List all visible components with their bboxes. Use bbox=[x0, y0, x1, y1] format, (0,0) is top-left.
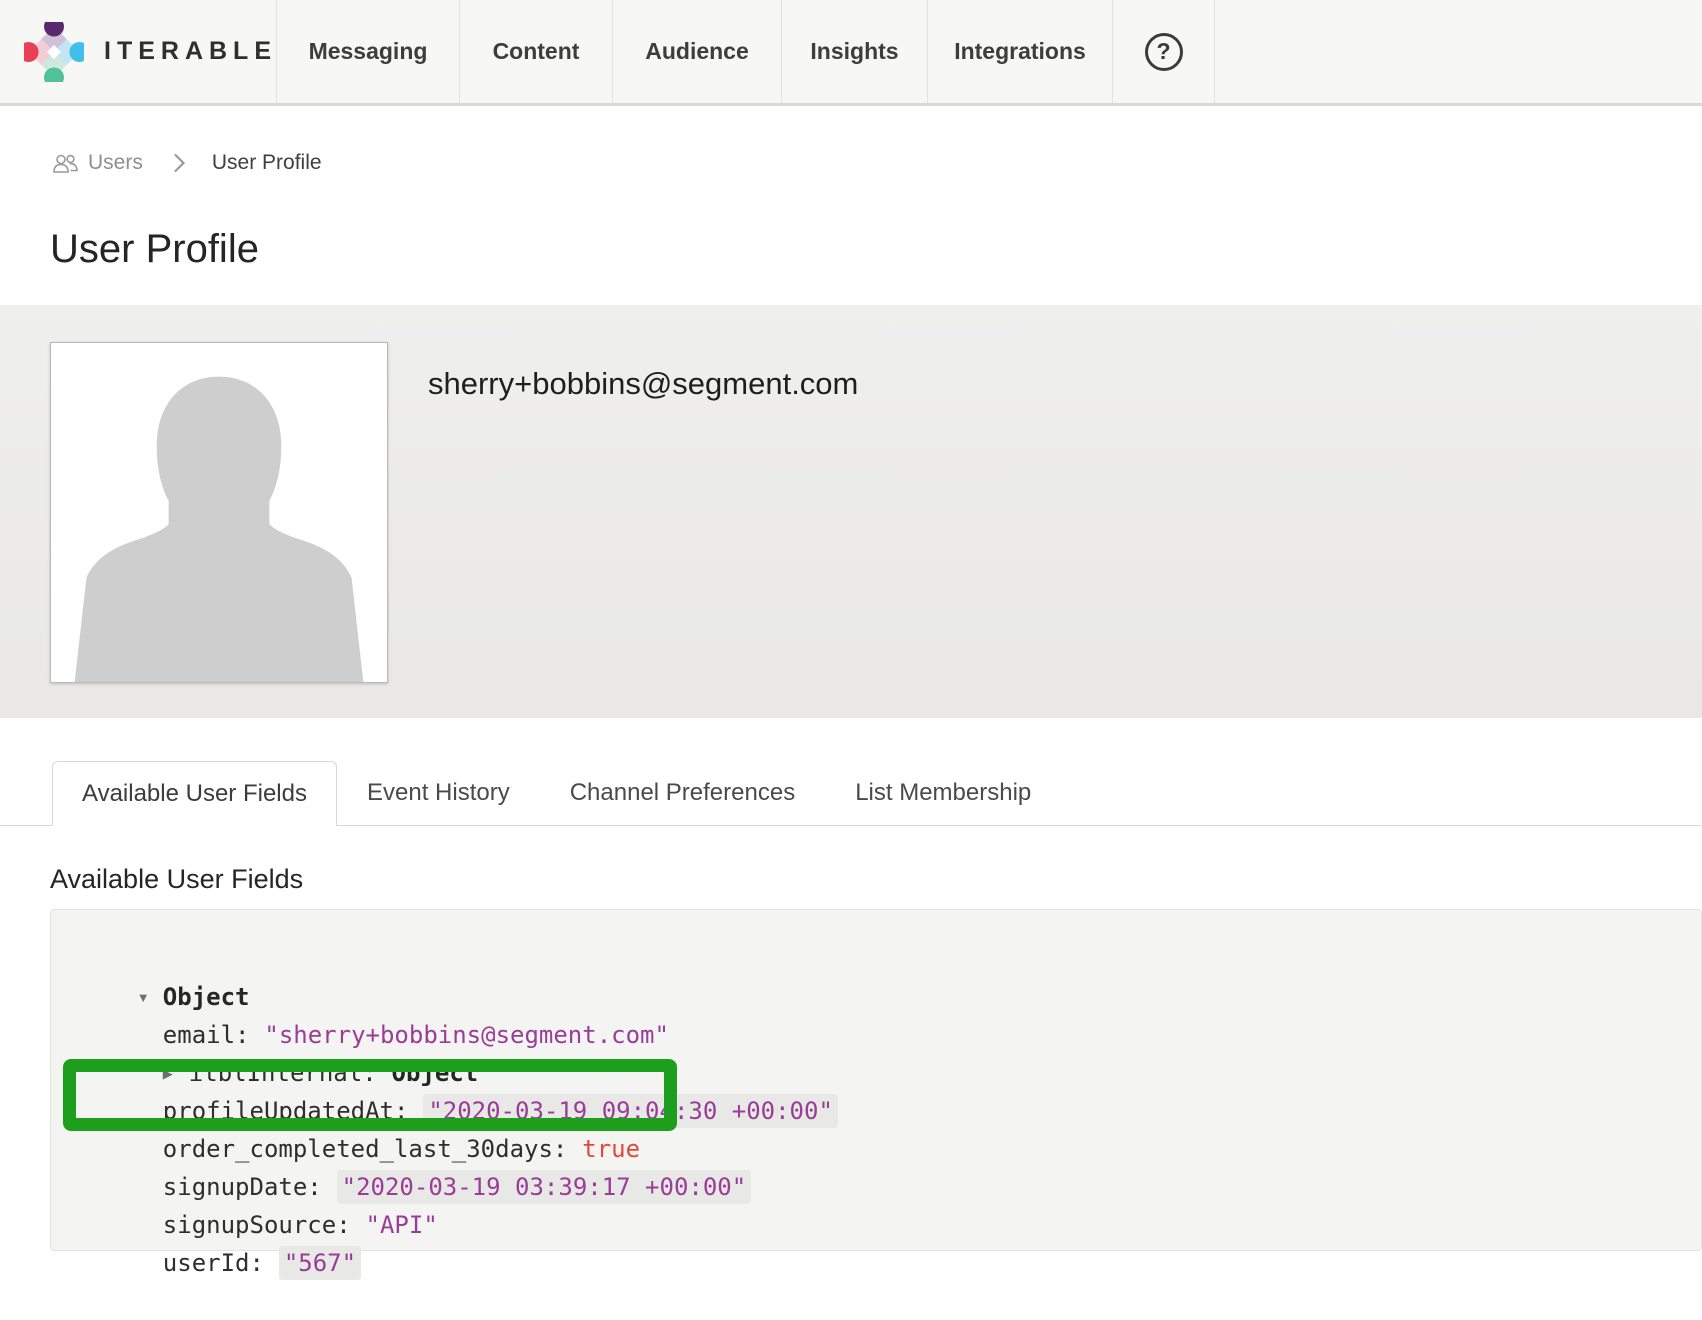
nav-item-label: Content bbox=[493, 38, 580, 65]
page-title: User Profile bbox=[50, 226, 1702, 272]
brand[interactable]: ITERABLE bbox=[0, 0, 276, 103]
field-value: "2020-03-19 09:04:30 +00:00" bbox=[423, 1094, 838, 1128]
breadcrumb-current: User Profile bbox=[212, 151, 322, 175]
top-nav: ITERABLE Messaging Content Audience Insi… bbox=[0, 0, 1702, 106]
tab-label: Channel Preferences bbox=[570, 779, 795, 807]
field-value: true bbox=[582, 1135, 640, 1163]
breadcrumb-users-label: Users bbox=[88, 151, 143, 175]
nav-item-insights[interactable]: Insights bbox=[781, 0, 927, 103]
tab-label: Event History bbox=[367, 779, 510, 807]
nav-item-label: Messaging bbox=[309, 38, 428, 65]
tab-channel-preferences[interactable]: Channel Preferences bbox=[540, 761, 825, 825]
field-key: order_completed_last_30days: bbox=[163, 1135, 568, 1163]
tab-label: Available User Fields bbox=[82, 780, 307, 808]
field-key: signupDate: bbox=[163, 1173, 322, 1201]
field-value: "sherry+bobbins@segment.com" bbox=[264, 1021, 669, 1049]
nav-spacer bbox=[1214, 0, 1702, 103]
field-value: "567" bbox=[279, 1246, 361, 1280]
field-key: email: bbox=[163, 1021, 250, 1049]
section-heading: Available User Fields bbox=[50, 864, 1702, 895]
iterable-logo-icon bbox=[24, 22, 84, 82]
nav-item-label: Audience bbox=[645, 38, 749, 65]
field-key: profileUpdatedAt: bbox=[163, 1097, 409, 1125]
field-value: "API" bbox=[366, 1211, 438, 1239]
chevron-right-icon bbox=[173, 152, 186, 174]
nav-item-label: Insights bbox=[810, 38, 898, 65]
profile-hero: sherry+bobbins@segment.com bbox=[0, 305, 1702, 718]
profile-tabs: Available User Fields Event History Chan… bbox=[0, 761, 1702, 826]
field-value: "2020-03-19 03:39:17 +00:00" bbox=[337, 1170, 752, 1204]
nav-item-audience[interactable]: Audience bbox=[612, 0, 781, 103]
field-key: itblInternal: bbox=[189, 1059, 377, 1087]
field-root-label: Object bbox=[163, 983, 250, 1011]
tab-available-user-fields[interactable]: Available User Fields bbox=[52, 761, 337, 826]
profile-email: sherry+bobbins@segment.com bbox=[428, 366, 858, 402]
breadcrumb: Users User Profile bbox=[52, 150, 1702, 176]
field-key: signupSource: bbox=[163, 1211, 351, 1239]
avatar bbox=[50, 342, 388, 683]
field-row-root: ▼Object bbox=[105, 940, 1701, 978]
tab-label: List Membership bbox=[855, 779, 1031, 807]
users-icon bbox=[52, 153, 79, 174]
nav-item-integrations[interactable]: Integrations bbox=[927, 0, 1112, 103]
breadcrumb-users-link[interactable]: Users bbox=[52, 151, 143, 175]
help-button[interactable]: ? bbox=[1112, 0, 1214, 103]
field-value: Object bbox=[392, 1059, 479, 1087]
collapse-toggle-icon[interactable]: ▼ bbox=[137, 979, 163, 1017]
field-row-email: email:"sherry+bobbins@segment.com" bbox=[105, 978, 1701, 1016]
nav-item-content[interactable]: Content bbox=[459, 0, 612, 103]
user-fields-panel: ▼Object email:"sherry+bobbins@segment.co… bbox=[50, 909, 1702, 1251]
person-silhouette-icon bbox=[51, 343, 387, 682]
tab-list-membership[interactable]: List Membership bbox=[825, 761, 1061, 825]
expand-toggle-icon[interactable]: ▶ bbox=[163, 1055, 189, 1093]
brand-wordmark: ITERABLE bbox=[104, 37, 277, 66]
tab-event-history[interactable]: Event History bbox=[337, 761, 540, 825]
nav-item-messaging[interactable]: Messaging bbox=[276, 0, 459, 103]
nav-item-label: Integrations bbox=[954, 38, 1086, 65]
field-key: userId: bbox=[163, 1249, 264, 1277]
help-icon: ? bbox=[1145, 33, 1183, 71]
